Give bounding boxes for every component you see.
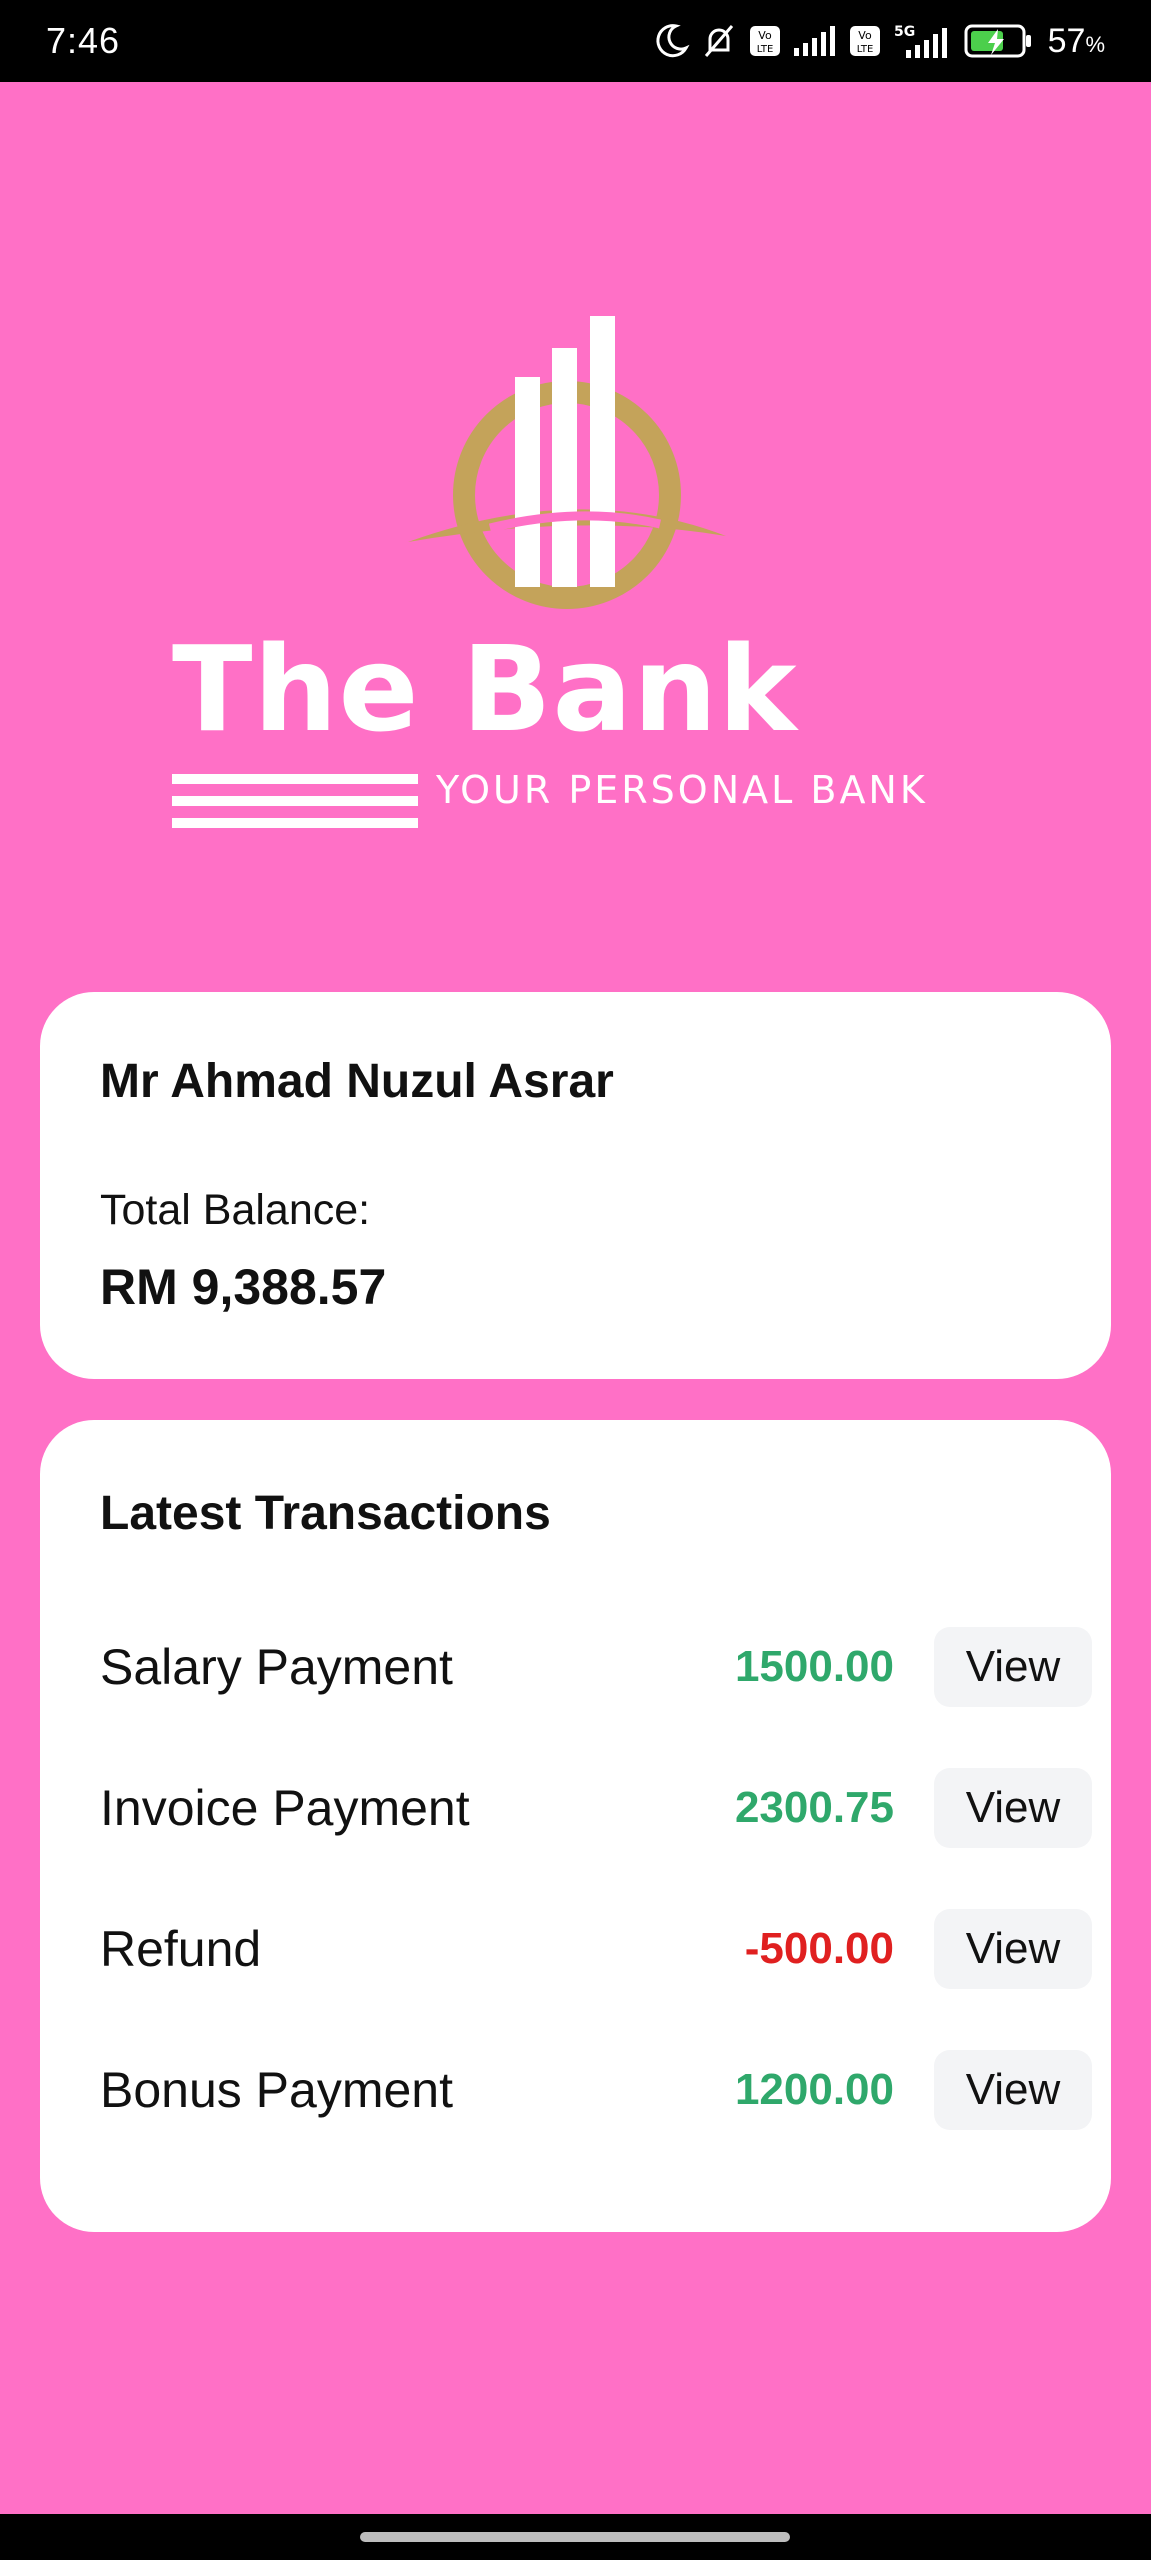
svg-text:LTE: LTE [756,44,773,55]
transactions-title: Latest Transactions [100,1487,551,1540]
view-transaction-button[interactable]: View [934,1626,1092,1707]
bank-name: The Bank [172,620,798,758]
transaction-name: Salary Payment [100,1638,453,1695]
volte-icon: Vo LTE [749,26,780,56]
app-screen: 7:46 Vo LTE Vo LTE 5G 57% The Bank YOUR … [0,0,1151,2560]
transaction-row: Salary Payment 1500.00 View [100,1596,1092,1737]
balance-value: RM 9,388.57 [100,1259,387,1315]
transaction-name: Bonus Payment [100,2061,453,2118]
view-transaction-button[interactable]: View [934,1908,1092,1989]
battery-percent: 57% [1047,21,1105,60]
status-bar: 7:46 Vo LTE Vo LTE 5G 57% [0,0,1151,82]
moon-icon [656,24,690,58]
home-indicator[interactable] [360,2532,790,2542]
transaction-row: Bonus Payment 1200.00 View [100,2019,1092,2160]
transaction-amount: 1500.00 [734,1641,894,1691]
battery-charging-icon [964,24,1031,58]
transactions-list: Salary Payment 1500.00 View Invoice Paym… [100,1596,1092,2160]
status-icons: Vo LTE Vo LTE 5G 57% [652,22,1105,61]
transaction-name: Refund [100,1920,262,1977]
transaction-amount: -500.00 [744,1923,894,1973]
svg-text:Vo: Vo [858,29,872,42]
volte-icon: Vo LTE [849,26,880,56]
logo-underline [172,774,418,840]
bank-tagline: YOUR PERSONAL BANK [436,768,928,812]
bank-logo-mark [408,316,726,609]
transactions-card: Latest Transactions Salary Payment 1500.… [40,1420,1111,2232]
5g-signal-icon: 5G [894,24,947,58]
status-time: 7:46 [46,20,121,61]
view-transaction-button[interactable]: View [934,2049,1092,2130]
account-holder-name: Mr Ahmad Nuzul Asrar [100,1055,614,1108]
transaction-row: Invoice Payment 2300.75 View [100,1737,1092,1878]
view-transaction-button[interactable]: View [934,1767,1092,1848]
balance-label: Total Balance: [100,1186,371,1234]
svg-text:Vo: Vo [758,29,772,42]
bank-logo: The Bank YOUR PERSONAL BANK [160,300,1000,840]
svg-text:5G: 5G [894,24,915,40]
account-card: Mr Ahmad Nuzul Asrar Total Balance: RM 9… [40,992,1111,1379]
svg-text:LTE: LTE [856,44,873,55]
signal-icon [793,26,835,56]
bell-off-icon [704,25,733,57]
transaction-amount: 1200.00 [734,2064,894,2114]
transaction-amount: 2300.75 [734,1782,894,1832]
transaction-name: Invoice Payment [100,1779,470,1836]
transaction-row: Refund -500.00 View [100,1878,1092,2019]
